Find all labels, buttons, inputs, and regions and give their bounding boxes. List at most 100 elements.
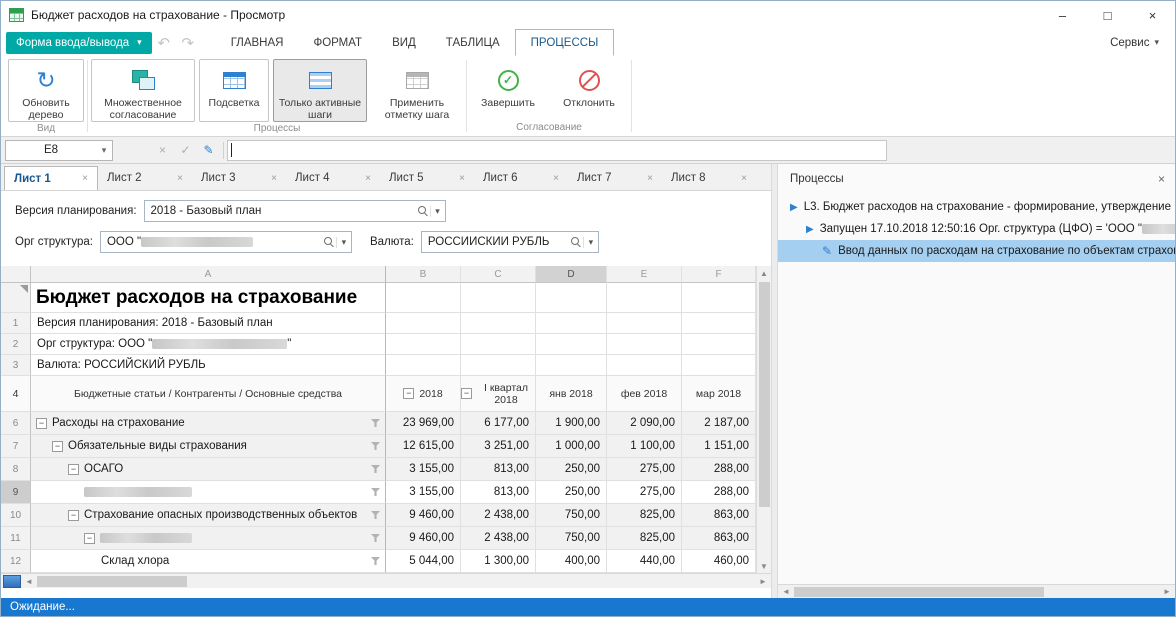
sheet-navigator-button[interactable] xyxy=(3,575,21,588)
form-io-button[interactable]: Форма ввода/вывода ▾ xyxy=(6,32,152,54)
cancel-icon[interactable]: × xyxy=(151,143,174,157)
formula-wizard-icon[interactable]: ✎ xyxy=(197,143,220,157)
cell[interactable] xyxy=(607,355,682,376)
filter-icon[interactable] xyxy=(371,419,380,427)
tab-protsessy[interactable]: ПРОЦЕССЫ xyxy=(515,29,615,56)
period-header-feb[interactable]: фев 2018 xyxy=(607,376,682,412)
cell[interactable] xyxy=(461,355,536,376)
tab-close-icon[interactable]: × xyxy=(553,173,559,184)
value-cell[interactable]: 275,00 xyxy=(607,458,682,481)
minimize-button[interactable]: – xyxy=(1040,1,1085,29)
scroll-up-icon[interactable]: ▲ xyxy=(757,266,771,280)
value-cell[interactable]: 460,00 xyxy=(682,550,756,573)
cell[interactable] xyxy=(536,334,607,355)
sheet-tab-8[interactable]: Лист 8× xyxy=(662,166,756,190)
filter-icon[interactable] xyxy=(371,488,380,496)
formula-input[interactable] xyxy=(227,140,887,161)
cell[interactable] xyxy=(461,334,536,355)
value-cell[interactable]: 5 044,00 xyxy=(386,550,461,573)
process-item-launched[interactable]: ▶ Запущен 17.10.2018 12:50:16 Орг. струк… xyxy=(778,218,1175,240)
sheet-title-cell[interactable]: Бюджет расходов на страхование xyxy=(31,283,386,313)
cell[interactable] xyxy=(386,283,461,313)
row-label-cell[interactable]: −Страхование опасных производственных об… xyxy=(31,504,386,527)
cell[interactable] xyxy=(607,334,682,355)
info-cell[interactable]: Версия планирования: 2018 - Базовый план xyxy=(31,313,386,334)
undo-icon[interactable]: ↶ xyxy=(152,34,176,52)
collapse-toggle[interactable]: − xyxy=(68,464,79,475)
tab-close-icon[interactable]: × xyxy=(82,173,88,184)
row-header[interactable]: 8 xyxy=(1,458,31,481)
value-cell[interactable]: 863,00 xyxy=(682,504,756,527)
collapse-toggle[interactable]: − xyxy=(84,533,95,544)
cell[interactable] xyxy=(682,283,756,313)
value-cell[interactable]: 275,00 xyxy=(607,481,682,504)
sheet-tab-7[interactable]: Лист 7× xyxy=(568,166,662,190)
value-cell[interactable]: 400,00 xyxy=(536,550,607,573)
value-cell[interactable]: 288,00 xyxy=(682,458,756,481)
collapse-toggle[interactable]: − xyxy=(36,418,47,429)
value-cell[interactable]: 12 615,00 xyxy=(386,435,461,458)
period-header-mar[interactable]: мар 2018 xyxy=(682,376,756,412)
row-header[interactable]: 2 xyxy=(1,334,31,355)
sheet-tab-2[interactable]: Лист 2× xyxy=(98,166,192,190)
row-header[interactable]: 10 xyxy=(1,504,31,527)
service-menu[interactable]: Сервис ▾ xyxy=(1110,37,1159,49)
row-header[interactable]: 4 xyxy=(1,376,31,412)
row-label-cell[interactable]: −ОСАГО xyxy=(31,458,386,481)
tab-close-icon[interactable]: × xyxy=(365,173,371,184)
currency-combobox[interactable]: РОССИЙСКИЙ РУБЛЬ ▾ xyxy=(421,231,599,253)
sheet-tab-5[interactable]: Лист 5× xyxy=(380,166,474,190)
search-icon[interactable] xyxy=(324,237,332,245)
scrollbar-thumb[interactable] xyxy=(759,282,770,507)
highlight-button[interactable]: Подсветка xyxy=(199,59,269,122)
row-label-cell[interactable] xyxy=(31,481,386,504)
version-combobox[interactable]: 2018 - Базовый план ▾ xyxy=(144,200,446,222)
panel-horizontal-scrollbar[interactable]: ◄ ► xyxy=(778,584,1175,598)
column-header-A[interactable]: A xyxy=(31,266,386,283)
tab-vid[interactable]: ВИД xyxy=(377,29,431,56)
collapse-toggle[interactable]: − xyxy=(403,388,414,399)
corner-cell[interactable] xyxy=(1,266,31,283)
value-cell[interactable]: 1 900,00 xyxy=(536,412,607,435)
collapse-toggle[interactable]: − xyxy=(52,441,63,452)
row-header[interactable]: 1 xyxy=(1,313,31,334)
value-cell[interactable]: 440,00 xyxy=(607,550,682,573)
confirm-icon[interactable]: ✓ xyxy=(174,143,197,157)
maximize-button[interactable]: □ xyxy=(1085,1,1130,29)
cell[interactable] xyxy=(682,355,756,376)
value-cell[interactable]: 813,00 xyxy=(461,458,536,481)
info-cell[interactable]: Валюта: РОССИЙСКИЙ РУБЛЬ xyxy=(31,355,386,376)
process-item-root[interactable]: ▶ L3. Бюджет расходов на страхование - ф… xyxy=(778,196,1175,218)
info-cell[interactable]: Орг структура: ООО "" xyxy=(31,334,386,355)
value-cell[interactable]: 9 460,00 xyxy=(386,527,461,550)
active-steps-button[interactable]: Только активные шаги xyxy=(273,59,367,122)
tab-close-icon[interactable]: × xyxy=(271,173,277,184)
cell[interactable] xyxy=(386,334,461,355)
scrollbar-thumb[interactable] xyxy=(794,587,1044,597)
search-icon[interactable] xyxy=(418,206,426,214)
sheet-tab-6[interactable]: Лист 6× xyxy=(474,166,568,190)
value-cell[interactable]: 1 151,00 xyxy=(682,435,756,458)
tab-close-icon[interactable]: × xyxy=(459,173,465,184)
sheet-tab-1[interactable]: Лист 1× xyxy=(4,166,98,190)
period-header-2018[interactable]: −2018 xyxy=(386,376,461,412)
value-cell[interactable]: 2 090,00 xyxy=(607,412,682,435)
pane-splitter[interactable] xyxy=(771,164,778,598)
multi-approve-button[interactable]: Множественное согласование xyxy=(91,59,195,122)
value-cell[interactable]: 825,00 xyxy=(607,527,682,550)
scroll-right-icon[interactable]: ► xyxy=(1159,587,1175,596)
sheet-tab-3[interactable]: Лист 3× xyxy=(192,166,286,190)
period-header-q1[interactable]: −I квартал 2018 xyxy=(461,376,536,412)
sheet-tab-4[interactable]: Лист 4× xyxy=(286,166,380,190)
refresh-tree-button[interactable]: ↻ Обновить дерево xyxy=(8,59,84,122)
cell[interactable] xyxy=(386,313,461,334)
column-header-E[interactable]: E xyxy=(607,266,682,283)
row-header[interactable]: 11 xyxy=(1,527,31,550)
tab-close-icon[interactable]: × xyxy=(647,173,653,184)
horizontal-scrollbar[interactable]: ◄ ► xyxy=(1,573,771,588)
org-combobox[interactable]: ООО " ▾ xyxy=(100,231,352,253)
chevron-down-icon[interactable]: ▾ xyxy=(336,237,351,248)
value-cell[interactable]: 6 177,00 xyxy=(461,412,536,435)
value-cell[interactable]: 813,00 xyxy=(461,481,536,504)
value-cell[interactable]: 250,00 xyxy=(536,481,607,504)
